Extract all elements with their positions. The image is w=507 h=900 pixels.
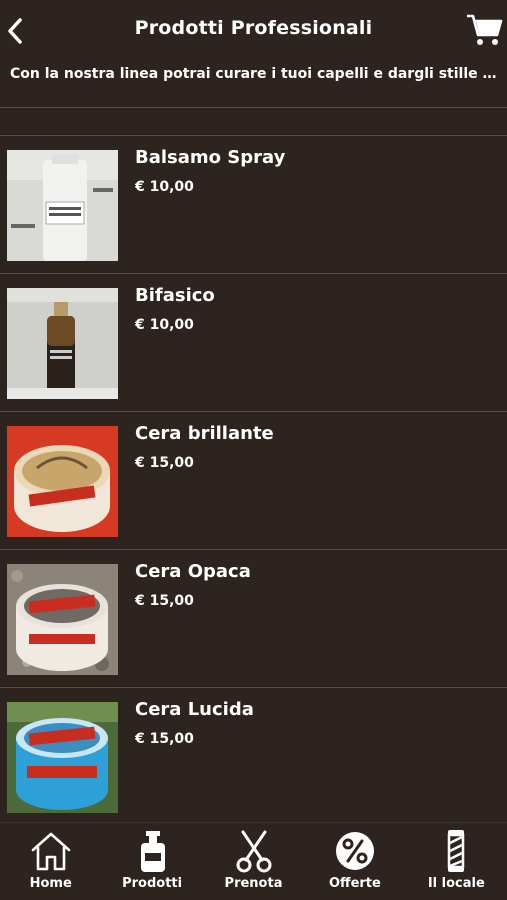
intro-text: Con la nostra linea potrai curare i tuoi… [10, 66, 497, 82]
product-row[interactable]: Cera brillante € 15,00 [0, 412, 507, 550]
back-button[interactable] [4, 14, 26, 48]
product-price: € 15,00 [135, 593, 194, 609]
percent-badge-icon [335, 832, 374, 870]
product-price: € 15,00 [135, 455, 194, 471]
tab-label: Prodotti [122, 876, 183, 891]
bottle-icon [141, 831, 166, 872]
product-image [7, 564, 118, 675]
tab-label: Home [29, 876, 72, 891]
product-price: € 10,00 [135, 179, 194, 195]
scissors-icon [236, 830, 272, 873]
product-price: € 15,00 [135, 731, 194, 747]
tab-label: Il locale [427, 876, 485, 891]
cart-icon [467, 14, 503, 45]
cart-button[interactable] [465, 12, 503, 48]
chevron-left-icon [8, 18, 22, 44]
top-bar: Prodotti Professionali [0, 0, 507, 62]
divider [0, 107, 507, 108]
product-row[interactable]: Cera Opaca € 15,00 [0, 550, 507, 688]
product-name: Cera Opaca [135, 561, 251, 582]
page-title: Prodotti Professionali [134, 17, 373, 39]
product-image [7, 150, 118, 261]
product-name: Cera Lucida [135, 699, 254, 720]
product-name: Bifasico [135, 285, 215, 306]
product-name: Cera brillante [135, 423, 274, 444]
tab-label: Offerte [329, 876, 381, 891]
product-image [7, 702, 118, 813]
tab-prenota[interactable]: Prenota [203, 823, 304, 900]
tab-offerte[interactable]: Offerte [304, 823, 405, 900]
product-image [7, 288, 118, 399]
home-icon [31, 832, 71, 871]
product-name: Balsamo Spray [135, 147, 286, 168]
product-price: € 10,00 [135, 317, 194, 333]
product-row[interactable]: Cera Lucida € 15,00 [0, 688, 507, 826]
product-row[interactable]: Balsamo Spray € 10,00 [0, 136, 507, 274]
tab-il-locale[interactable]: Il locale [406, 823, 507, 900]
product-list: Balsamo Spray € 10,00 Bifasico € 10,00 C… [0, 136, 507, 826]
product-image [7, 426, 118, 537]
tab-label: Prenota [224, 876, 283, 891]
tab-prodotti[interactable]: Prodotti [101, 823, 202, 900]
product-row[interactable]: Bifasico € 10,00 [0, 274, 507, 412]
barber-pole-icon [448, 830, 465, 872]
bottom-tab-bar: Home Prodotti Prenota Offerte Il locale [0, 822, 507, 900]
tab-home[interactable]: Home [0, 823, 101, 900]
